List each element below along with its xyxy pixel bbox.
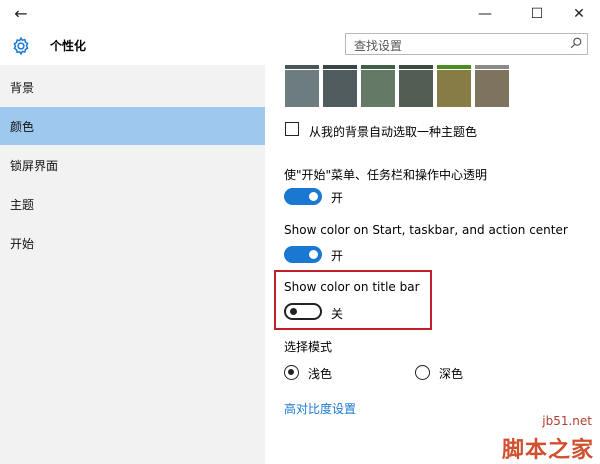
transparency-toggle[interactable] [284,188,322,205]
swatch-top-strip [437,65,471,69]
search-box[interactable]: 查找设置 [345,33,588,55]
swatch-top-strip [285,65,319,69]
sidebar-item-start[interactable]: 开始 [0,224,265,262]
sidebar-item-label: 锁屏界面 [10,159,59,173]
color-swatch[interactable] [361,70,395,107]
watermark-url: jb51.net [542,414,592,428]
sidebar-item-background[interactable]: 背景 [0,68,265,106]
minimize-button[interactable]: — [462,0,508,28]
color-swatch[interactable] [323,70,357,107]
close-icon: ✕ [573,6,585,22]
close-button[interactable]: ✕ [556,0,600,28]
maximize-button[interactable]: ☐ [514,0,560,28]
light-mode-radio[interactable] [284,365,299,380]
gear-icon [13,36,29,56]
start-color-toggle[interactable] [284,246,322,263]
light-mode-label: 浅色 [308,367,333,381]
transparency-state: 开 [331,191,344,205]
start-color-state: 开 [331,249,344,263]
sidebar: 背景 颜色 锁屏界面 主题 开始 [0,65,265,464]
search-icon[interactable] [569,36,583,50]
title-bar-color-toggle[interactable] [284,303,322,320]
transparency-label: 使"开始"菜单、任务栏和操作中心透明 [284,168,488,182]
swatch-top-strip [361,65,395,69]
start-color-label: Show color on Start, taskbar, and action… [284,223,568,237]
swatch-top-strip [475,65,509,69]
sidebar-item-label: 主题 [10,198,35,212]
mode-label: 选择模式 [284,340,333,354]
sidebar-item-label: 开始 [10,237,35,251]
arrow-left-icon: ← [14,4,28,23]
sidebar-item-label: 颜色 [10,120,35,134]
title-bar-color-label: Show color on title bar [284,280,420,294]
color-swatch[interactable] [475,70,509,107]
swatch-top-strip [323,65,357,69]
swatch-top-strip [399,65,433,69]
sidebar-item-colors[interactable]: 颜色 [0,107,265,145]
watermark-name: 脚本之家 [501,438,594,463]
back-button[interactable]: ← [8,3,34,25]
dark-mode-label: 深色 [439,367,464,381]
dark-mode-radio[interactable] [415,365,430,380]
page-title: 个性化 [50,39,87,53]
search-input[interactable]: 查找设置 [354,37,402,54]
minimize-icon: — [478,6,492,22]
settings-content: 从我的背景自动选取一种主题色 使"开始"菜单、任务栏和操作中心透明 开 Show… [265,65,600,464]
title-bar-color-state: 关 [331,307,344,321]
high-contrast-link[interactable]: 高对比度设置 [284,400,356,417]
window-title-bar: ← — ☐ ✕ [0,0,600,28]
app-header: 个性化 查找设置 [0,28,600,65]
auto-pick-checkbox[interactable] [285,122,299,136]
highlight-box [274,270,432,330]
color-swatch[interactable] [285,70,319,107]
maximize-icon: ☐ [530,6,544,22]
sidebar-item-themes[interactable]: 主题 [0,185,265,223]
sidebar-item-lock-screen[interactable]: 锁屏界面 [0,146,265,184]
auto-pick-label: 从我的背景自动选取一种主题色 [309,125,478,139]
color-swatch[interactable] [399,70,433,107]
sidebar-item-label: 背景 [10,81,35,95]
watermark: jb51.net 脚本之家 [440,412,600,464]
color-swatch[interactable] [437,70,471,107]
